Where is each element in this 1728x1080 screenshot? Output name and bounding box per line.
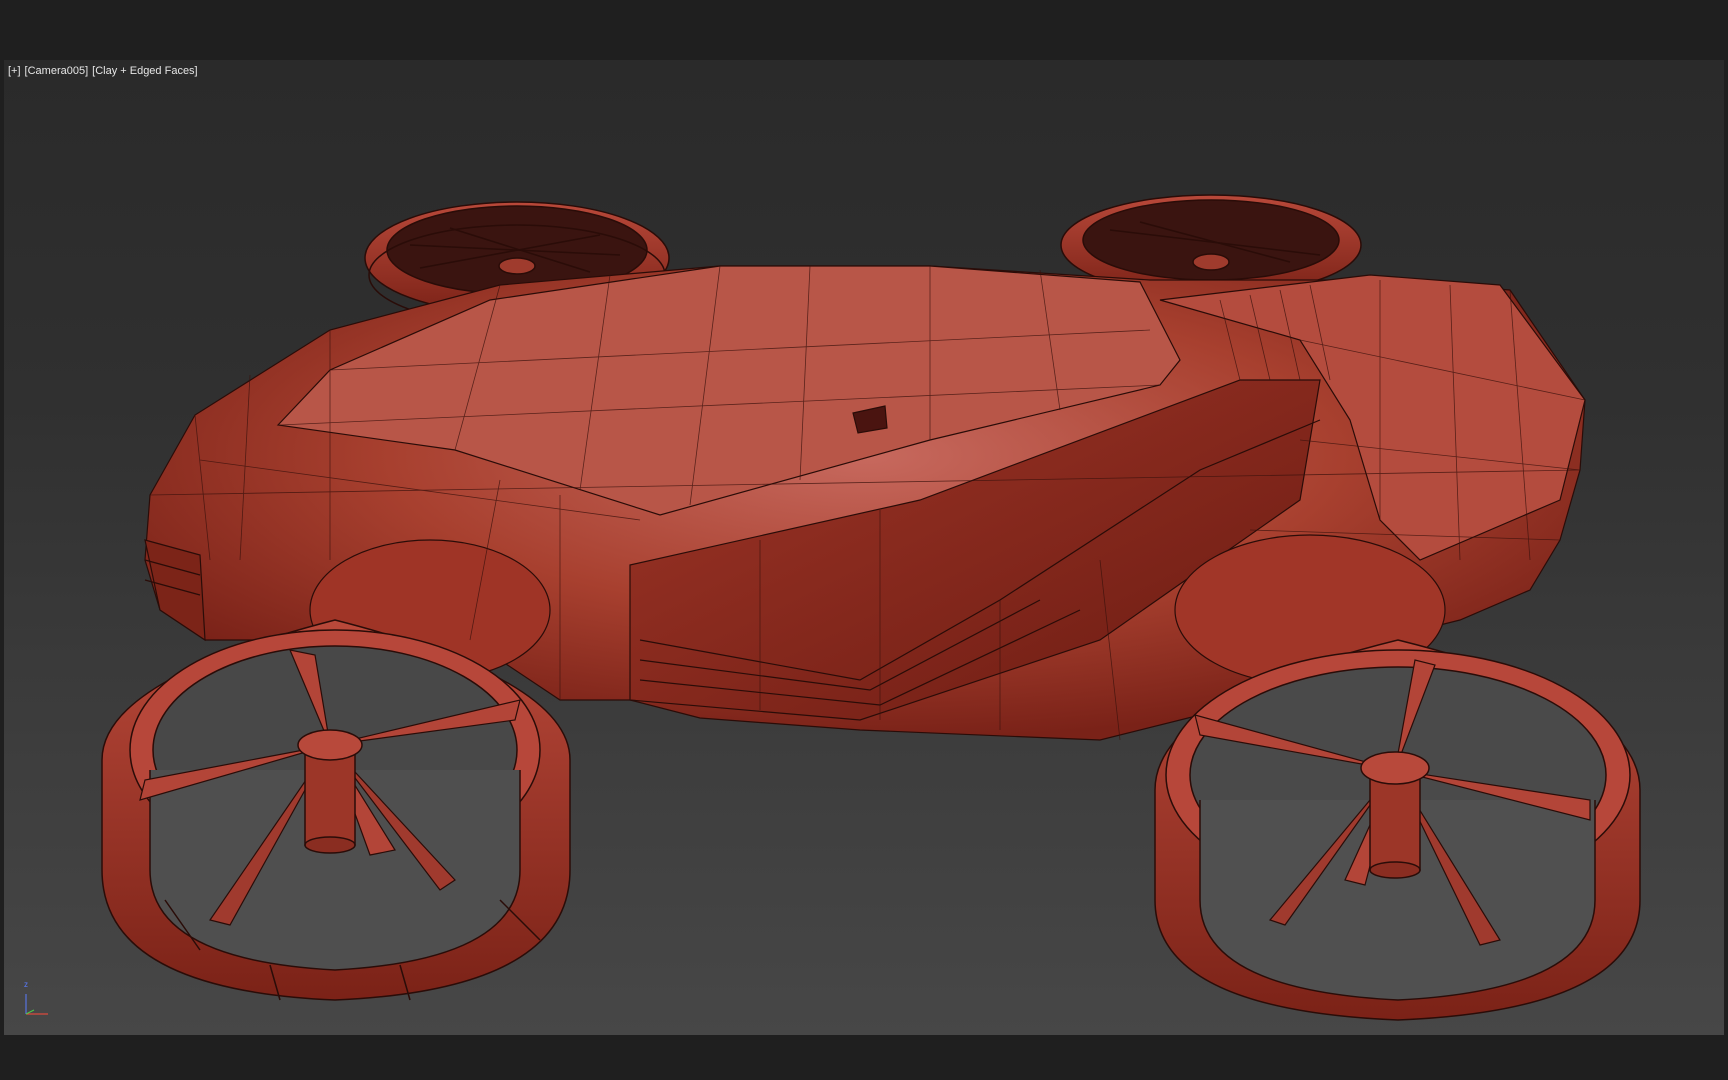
viewport-camera-menu[interactable]: [Camera005] — [25, 65, 89, 77]
viewport-shading-menu[interactable]: [Clay + Edged Faces] — [92, 65, 197, 77]
top-band — [0, 0, 1728, 60]
axis-z-label: z — [24, 980, 28, 989]
rotor-front-right — [1154, 639, 1641, 1021]
rotor-front-left — [101, 619, 571, 1001]
viewport-general-menu[interactable]: [+] — [8, 65, 21, 77]
bottom-band — [0, 1035, 1728, 1080]
viewport-label-menu: [+] [Camera005] [Clay + Edged Faces] — [8, 65, 198, 77]
clay-model-render — [101, 194, 1641, 1021]
perspective-viewport[interactable]: [+] [Camera005] [Clay + Edged Faces] z — [4, 60, 1724, 1035]
view-axis-gizmo-icon: z — [18, 980, 58, 1022]
